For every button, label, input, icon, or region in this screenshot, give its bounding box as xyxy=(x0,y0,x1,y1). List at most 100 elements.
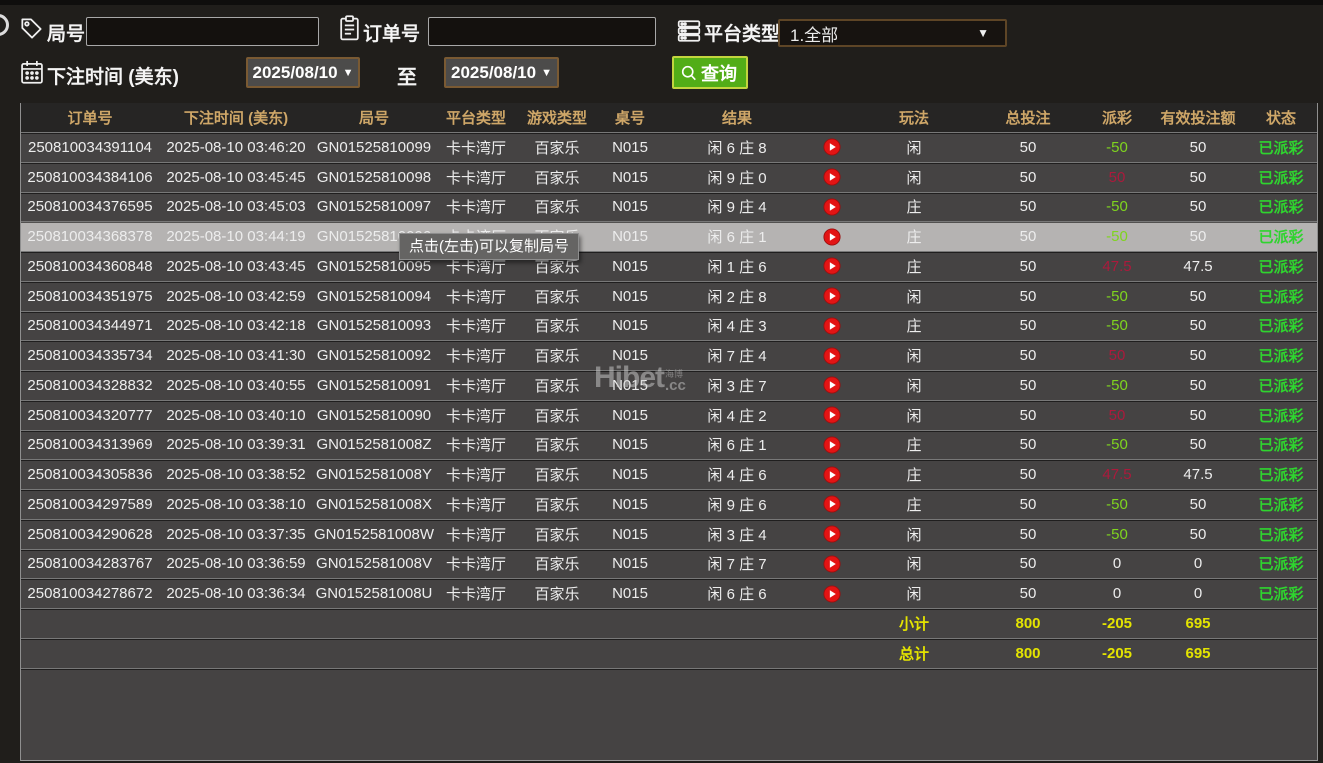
cell-payout: -50 xyxy=(1081,526,1153,543)
cell-game-no[interactable]: GN0152581008U xyxy=(313,585,435,602)
cell-game-no[interactable]: GN0152581008V xyxy=(313,555,435,572)
play-icon[interactable] xyxy=(823,555,841,573)
play-icon[interactable] xyxy=(823,525,841,543)
clipboard-icon xyxy=(337,15,362,42)
table-row[interactable]: 2508100343765952025-08-10 03:45:03GN0152… xyxy=(21,192,1317,222)
table-row[interactable]: 2508100343608482025-08-10 03:43:45GN0152… xyxy=(21,251,1317,281)
cell-replay xyxy=(811,138,853,156)
play-icon[interactable] xyxy=(823,406,841,424)
bet-history-page: 局号 订单号 平台类型 1.全部 ▼ xyxy=(0,0,1323,763)
subtotal-row-payout: -205 xyxy=(1081,615,1153,632)
platform-type-select[interactable]: 1.全部 ▼ xyxy=(778,19,1007,47)
table-row[interactable]: 2508100343449712025-08-10 03:42:18GN0152… xyxy=(21,311,1317,341)
table-row[interactable]: 2508100343288322025-08-10 03:40:55GN0152… xyxy=(21,370,1317,400)
play-icon[interactable] xyxy=(823,138,841,156)
table-row[interactable]: 2508100342837672025-08-10 03:36:59GN0152… xyxy=(21,549,1317,579)
bet-time-label: 下注时间 (美东) xyxy=(47,62,179,89)
cell-bet-time: 2025-08-10 03:42:18 xyxy=(159,317,313,334)
table-row[interactable]: 2508100342906282025-08-10 03:37:35GN0152… xyxy=(21,519,1317,549)
status-badge: 已派彩 xyxy=(1243,196,1319,217)
date-from-picker[interactable]: 2025/08/10 ▼ xyxy=(246,57,360,88)
table-row[interactable]: 2508100343139692025-08-10 03:39:31GN0152… xyxy=(21,430,1317,460)
table-row[interactable]: 2508100343207772025-08-10 03:40:10GN0152… xyxy=(21,400,1317,430)
cell-game-no[interactable]: GN01525810092 xyxy=(313,347,435,364)
play-icon[interactable] xyxy=(823,287,841,305)
table-row[interactable]: 2508100343519752025-08-10 03:42:59GN0152… xyxy=(21,281,1317,311)
status-badge: 已派彩 xyxy=(1243,583,1319,604)
play-icon[interactable] xyxy=(823,585,841,603)
cell-game-no[interactable]: GN01525810090 xyxy=(313,407,435,424)
cell-bet-type: 闲 xyxy=(853,524,975,545)
cell-platform: 卡卡湾厅 xyxy=(435,434,517,455)
column-header: 局号 xyxy=(313,107,435,128)
table-row[interactable]: 2508100343841062025-08-10 03:45:45GN0152… xyxy=(21,162,1317,192)
cell-valid-bet: 50 xyxy=(1153,526,1243,543)
cell-game-no[interactable]: GN0152581008Y xyxy=(313,466,435,483)
cell-bet-time: 2025-08-10 03:42:59 xyxy=(159,288,313,305)
cell-replay xyxy=(811,585,853,603)
cell-replay xyxy=(811,406,853,424)
date-to-picker[interactable]: 2025/08/10 ▼ xyxy=(444,57,559,88)
platform-type-label: 平台类型 xyxy=(704,19,780,46)
cell-game-no[interactable]: GN01525810091 xyxy=(313,377,435,394)
subtotal-row-valid-bet: 695 xyxy=(1153,615,1243,632)
play-icon[interactable] xyxy=(823,436,841,454)
cell-payout: 50 xyxy=(1081,407,1153,424)
play-icon[interactable] xyxy=(823,376,841,394)
cell-game-no[interactable]: GN0152581008W xyxy=(313,526,435,543)
column-header: 有效投注额 xyxy=(1153,107,1243,128)
platform-stack-icon xyxy=(676,18,702,44)
total-row-total-bet: 800 xyxy=(975,645,1081,662)
play-icon[interactable] xyxy=(823,347,841,365)
status-badge: 已派彩 xyxy=(1243,434,1319,455)
status-badge: 已派彩 xyxy=(1243,553,1319,574)
play-icon[interactable] xyxy=(823,198,841,216)
cell-game-no[interactable]: GN01525810099 xyxy=(313,139,435,156)
cell-result: 闲 6 庄 1 xyxy=(663,226,811,247)
cell-result: 闲 4 庄 2 xyxy=(663,405,811,426)
cell-bet-time: 2025-08-10 03:41:30 xyxy=(159,347,313,364)
bet-records-table: 订单号下注时间 (美东)局号平台类型游戏类型桌号结果玩法总投注派彩有效投注额状态… xyxy=(20,103,1318,761)
play-icon[interactable] xyxy=(823,228,841,246)
cell-total-bet: 50 xyxy=(975,317,1081,334)
play-icon[interactable] xyxy=(823,317,841,335)
play-icon[interactable] xyxy=(823,257,841,275)
cell-total-bet: 50 xyxy=(975,258,1081,275)
order-no-input[interactable] xyxy=(428,17,656,46)
cell-payout: -50 xyxy=(1081,377,1153,394)
total-row-valid-bet: 695 xyxy=(1153,645,1243,662)
table-row[interactable]: 2508100343357342025-08-10 03:41:30GN0152… xyxy=(21,340,1317,370)
cell-game-no[interactable]: GN0152581008Z xyxy=(313,436,435,453)
cell-game-type: 百家乐 xyxy=(517,375,597,396)
play-icon[interactable] xyxy=(823,168,841,186)
play-icon[interactable] xyxy=(823,466,841,484)
cell-valid-bet: 47.5 xyxy=(1153,258,1243,275)
status-badge: 已派彩 xyxy=(1243,167,1319,188)
table-row[interactable]: 2508100343683782025-08-10 03:44:19GN0152… xyxy=(21,221,1317,251)
cell-platform: 卡卡湾厅 xyxy=(435,137,517,158)
cell-total-bet: 50 xyxy=(975,139,1081,156)
cell-order-no: 250810034368378 xyxy=(21,228,159,245)
cell-table-no: N015 xyxy=(597,288,663,305)
cell-result: 闲 2 庄 8 xyxy=(663,286,811,307)
cell-game-no[interactable]: GN01525810098 xyxy=(313,169,435,186)
cell-bet-type: 闲 xyxy=(853,345,975,366)
cell-game-no[interactable]: GN01525810094 xyxy=(313,288,435,305)
play-icon[interactable] xyxy=(823,495,841,513)
search-button[interactable]: 查询 xyxy=(672,56,748,89)
table-row[interactable]: 2508100342975892025-08-10 03:38:10GN0152… xyxy=(21,489,1317,519)
table-row[interactable]: 2508100342786722025-08-10 03:36:34GN0152… xyxy=(21,578,1317,608)
cell-game-no[interactable]: GN0152581008X xyxy=(313,496,435,513)
cell-game-no[interactable]: GN01525810095 xyxy=(313,258,435,275)
cell-bet-type: 闲 xyxy=(853,167,975,188)
table-header-row: 订单号下注时间 (美东)局号平台类型游戏类型桌号结果玩法总投注派彩有效投注额状态 xyxy=(21,103,1317,132)
table-row[interactable]: 2508100343911042025-08-10 03:46:20GN0152… xyxy=(21,132,1317,162)
table-empty-area xyxy=(21,668,1317,761)
cell-bet-time: 2025-08-10 03:38:10 xyxy=(159,496,313,513)
cell-game-no[interactable]: GN01525810093 xyxy=(313,317,435,334)
cell-total-bet: 50 xyxy=(975,555,1081,572)
game-no-input[interactable] xyxy=(86,17,319,46)
column-header: 总投注 xyxy=(975,107,1081,128)
cell-game-no[interactable]: GN01525810097 xyxy=(313,198,435,215)
table-row[interactable]: 2508100343058362025-08-10 03:38:52GN0152… xyxy=(21,459,1317,489)
